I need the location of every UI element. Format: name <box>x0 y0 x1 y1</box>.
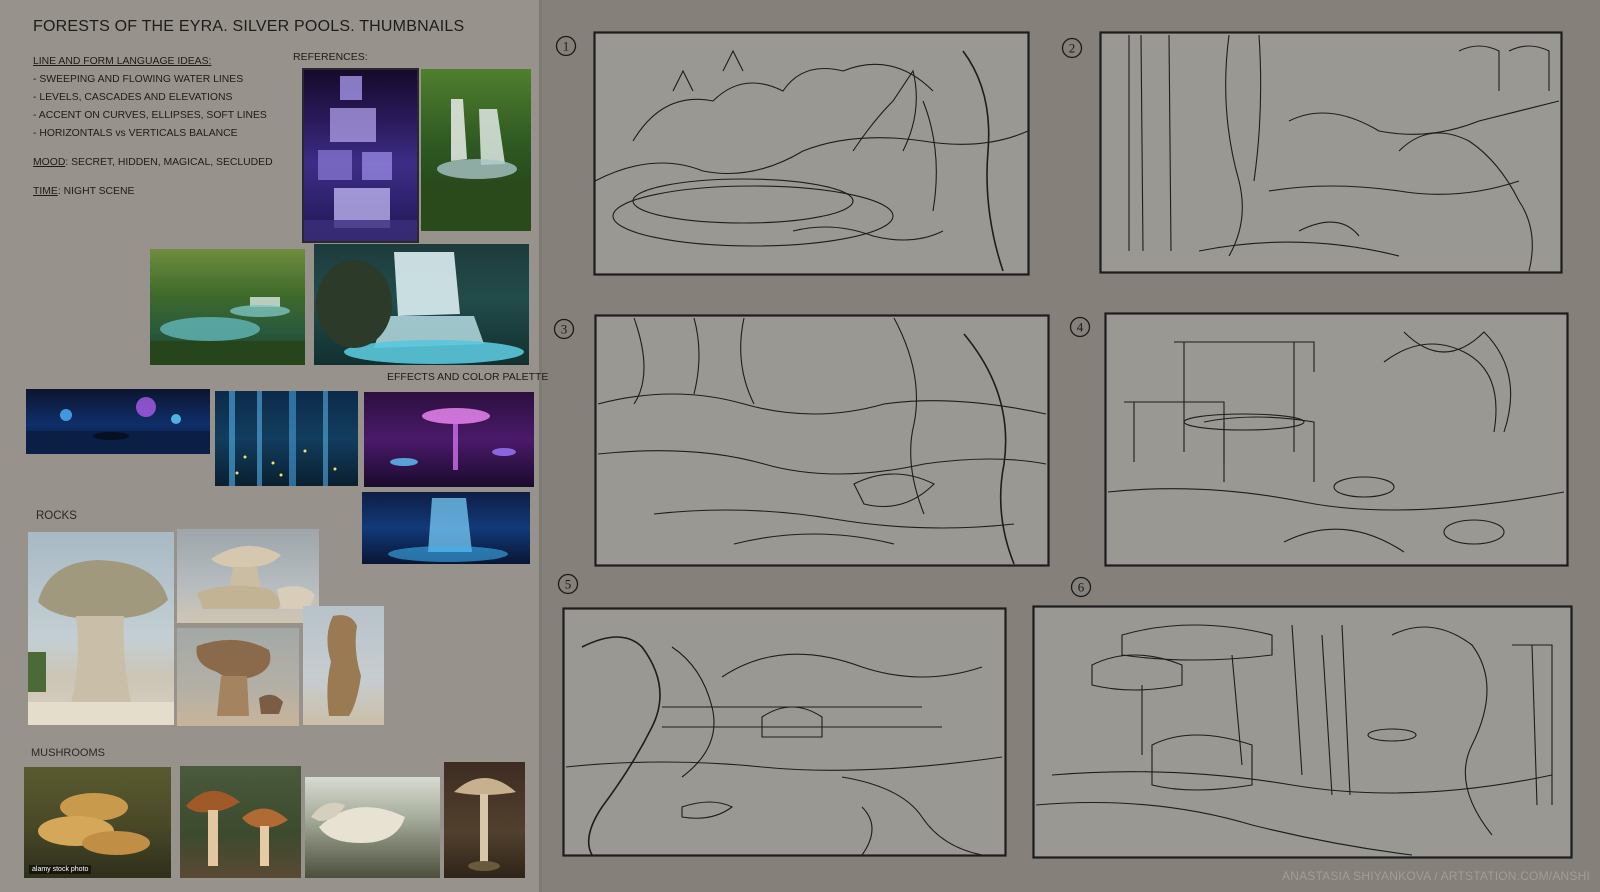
waterfall-forest-photo <box>421 69 531 231</box>
thumbnail-number-text: 6 <box>1078 580 1085 595</box>
time-value: : NIGHT SCENE <box>57 186 135 197</box>
thumbnail-sketch-2 <box>1099 31 1563 274</box>
jungle-pools-photo <box>150 249 305 365</box>
thumbnail-number: 4 <box>1068 315 1092 344</box>
glowing-waterfall-photo <box>362 492 530 564</box>
balanced-rocks-photo <box>177 529 319 623</box>
time-label: TIME <box>33 186 58 197</box>
thumbnail-number-text: 1 <box>563 39 570 54</box>
note-item: - ACCENT ON CURVES, ELLIPSES, SOFT LINES <box>33 110 267 121</box>
firefly-forest-photo <box>215 391 358 486</box>
design-notes: LINE AND FORM LANGUAGE IDEAS: - SWEEPING… <box>33 53 273 201</box>
thumbnail-number-text: 5 <box>565 577 572 592</box>
references-label: REFERENCES: <box>293 51 368 63</box>
page-title: FORESTS OF THE EYRA. SILVER POOLS. THUMB… <box>33 18 465 35</box>
note-item: - LEVELS, CASCADES AND ELEVATIONS <box>33 92 233 103</box>
shelf-fungus-photo <box>305 777 440 878</box>
thumbnail-number-text: 3 <box>561 322 568 337</box>
note-item: - SWEEPING AND FLOWING WATER LINES <box>33 74 244 85</box>
panel-divider <box>539 0 542 892</box>
waterfall-night-photo <box>302 68 419 243</box>
brown-mushrooms-photo <box>180 766 301 878</box>
thumbnail-number-text: 2 <box>1069 41 1076 56</box>
mushrooms-label: MUSHROOMS <box>31 747 105 759</box>
mood-line: MOOD: SECRET, HIDDEN, MAGICAL, SECLUDED <box>33 154 273 172</box>
stock-watermark: alamy stock photo <box>29 865 92 874</box>
line-form-heading: LINE AND FORM LANGUAGE IDEAS: <box>33 56 212 67</box>
artist-credit: ANASTASIA SHIYANKOVA / ARTSTATION.COM/AN… <box>1282 869 1590 883</box>
blue-waterfall-photo <box>314 244 529 365</box>
thumbnail-number: 1 <box>554 34 578 63</box>
thumbnail-number: 6 <box>1069 575 1093 604</box>
thumbnail-sketch-1 <box>593 31 1030 276</box>
note-item: - HORIZONTALS vs VERTICALS BALANCE <box>33 128 238 139</box>
tall-rock-photo <box>303 606 384 725</box>
thumbnail-number: 3 <box>552 317 576 346</box>
thumbnail-sketch-4 <box>1104 312 1569 567</box>
thumbnail-sketch-3 <box>594 314 1050 567</box>
mood-value: : SECRET, HIDDEN, MAGICAL, SECLUDED <box>65 157 273 168</box>
parasol-mushroom-photo <box>444 762 525 878</box>
glowing-plants-photo <box>364 392 534 487</box>
thumbnail-number: 5 <box>556 572 580 601</box>
time-line: TIME: NIGHT SCENE <box>33 183 273 201</box>
rocks-label: ROCKS <box>36 510 77 522</box>
oyster-mushrooms-photo: alamy stock photo <box>24 767 171 878</box>
thumbnail-number: 2 <box>1060 36 1084 65</box>
night-river-boats-photo <box>26 389 210 454</box>
mood-label: MOOD <box>33 157 66 168</box>
thumbnail-number-text: 4 <box>1077 320 1084 335</box>
sandstone-rock-photo <box>177 628 299 726</box>
thumbnail-sketch-5 <box>562 607 1007 857</box>
thumbnail-sketch-6 <box>1032 605 1573 859</box>
mushroom-rock-photo <box>28 532 174 725</box>
effects-palette-label: EFFECTS AND COLOR PALETTE <box>387 371 549 383</box>
